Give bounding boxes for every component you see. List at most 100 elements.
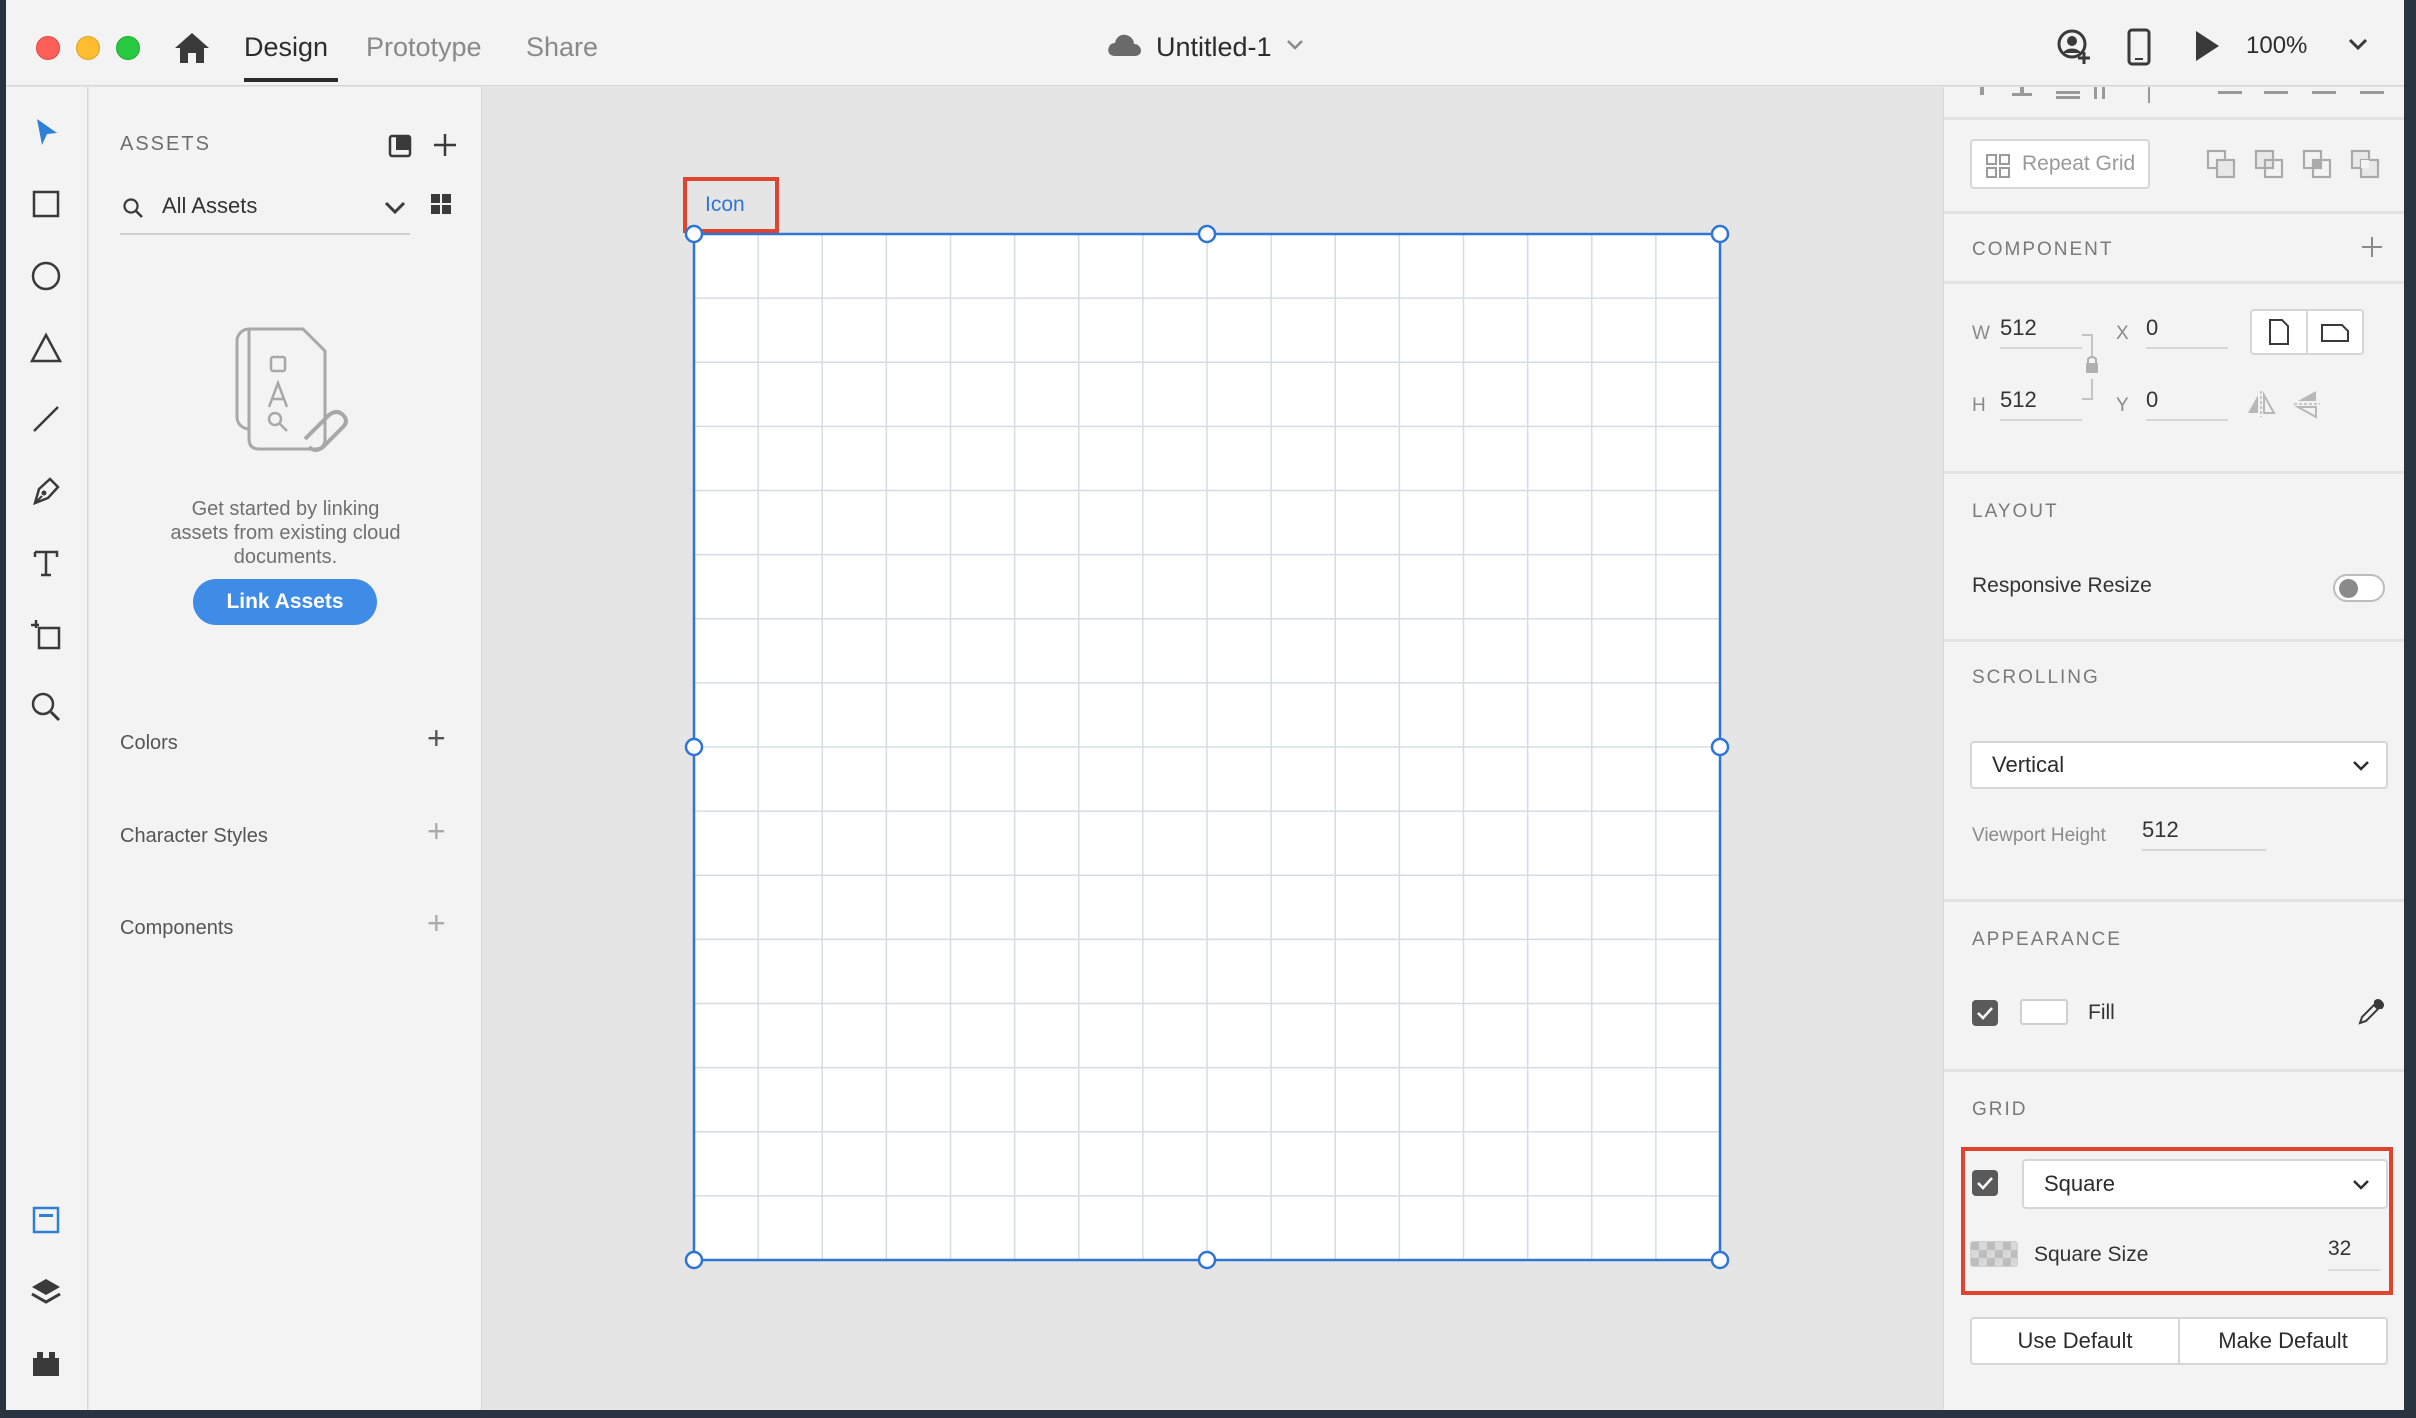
repeat-grid-label: Repeat Grid: [2022, 152, 2136, 175]
grid-section-title: GRID: [1972, 1099, 2028, 1120]
tab-share[interactable]: Share: [526, 30, 598, 64]
pen-icon[interactable]: [28, 473, 64, 509]
section-divider: [1944, 117, 2404, 120]
fill-color-swatch[interactable]: [2020, 999, 2068, 1025]
height-value: 512: [2000, 387, 2037, 412]
fill-label: Fill: [2088, 1001, 2115, 1024]
grid-color-swatch[interactable]: [1970, 1241, 2018, 1267]
triangle-icon[interactable]: [28, 330, 64, 366]
assets-section-colors[interactable]: Colors: [120, 732, 178, 755]
add-color-plus-icon[interactable]: +: [427, 722, 446, 754]
viewport-height-value: 512: [2142, 817, 2179, 842]
zoom-icon[interactable]: [28, 689, 64, 725]
align-tools-row[interactable]: [1972, 87, 2392, 103]
active-tab-indicator: [244, 78, 338, 82]
x-label: X: [2116, 323, 2129, 344]
artboard-name-text: Icon: [705, 193, 745, 216]
layout-section-title: LAYOUT: [1972, 501, 2059, 522]
artboard[interactable]: [682, 222, 1732, 1272]
height-field[interactable]: 512: [2000, 387, 2082, 421]
assets-section-character-styles[interactable]: Character Styles: [120, 825, 268, 848]
add-character-style-plus-icon[interactable]: +: [427, 815, 446, 847]
assets-section-components[interactable]: Components: [120, 917, 233, 940]
repeat-grid-button[interactable]: Repeat Grid: [1970, 139, 2150, 189]
y-label: Y: [2116, 395, 2129, 416]
add-asset-plus-icon[interactable]: [431, 131, 459, 164]
toggle-knob: [2339, 579, 2358, 598]
grid-view-icon[interactable]: [429, 192, 453, 221]
responsive-resize-label: Responsive Resize: [1972, 574, 2152, 597]
add-component-plus-icon[interactable]: +: [427, 907, 446, 939]
line-icon[interactable]: [28, 401, 64, 437]
select-icon[interactable]: [28, 115, 64, 151]
lock-aspect-icon[interactable]: [2080, 333, 2104, 408]
y-value: 0: [2146, 387, 2159, 412]
linked-assets-illustration-icon: [233, 323, 353, 464]
y-field[interactable]: 0: [2146, 387, 2228, 421]
home-icon[interactable]: [172, 30, 212, 66]
section-divider: [1944, 211, 2404, 214]
rectangle-icon[interactable]: [28, 186, 64, 222]
resize-handle[interactable]: [1710, 737, 1730, 757]
grid-checkbox[interactable]: [1972, 1170, 1998, 1196]
boolean-add-icon[interactable]: [2206, 149, 2236, 184]
design-canvas[interactable]: Icon: [483, 87, 1943, 1410]
copy-assets-icon[interactable]: [387, 133, 413, 164]
artboard-icon[interactable]: [28, 617, 64, 653]
chevron-down-icon: [2352, 752, 2370, 778]
grid-type-dropdown[interactable]: Square: [2022, 1159, 2388, 1209]
eyedropper-icon[interactable]: [2356, 997, 2386, 1032]
responsive-resize-toggle[interactable]: [2333, 574, 2385, 602]
add-component-plus-icon[interactable]: [2360, 235, 2384, 264]
square-size-label: Square Size: [2034, 1243, 2149, 1266]
viewport-height-label: Viewport Height: [1972, 825, 2106, 846]
resize-handle[interactable]: [684, 737, 704, 757]
invite-user-icon[interactable]: [2056, 28, 2094, 71]
text-icon[interactable]: [28, 545, 64, 581]
square-size-field[interactable]: 32: [2328, 1237, 2380, 1271]
flip-horizontal-icon[interactable]: [2246, 391, 2276, 422]
document-title-menu[interactable]: Untitled-1: [1106, 26, 1304, 68]
appearance-section-title: APPEARANCE: [1972, 929, 2122, 950]
resize-handle[interactable]: [684, 224, 704, 244]
close-window-button[interactable]: [36, 36, 60, 60]
tab-design[interactable]: Design: [244, 30, 328, 64]
width-field[interactable]: 512: [2000, 315, 2082, 349]
assets-panel-icon[interactable]: [28, 1202, 64, 1238]
scrolling-section-title: SCROLLING: [1972, 667, 2100, 688]
scrolling-dropdown[interactable]: Vertical: [1970, 741, 2388, 789]
landscape-orientation-icon[interactable]: [2306, 309, 2364, 355]
minimize-window-button[interactable]: [76, 36, 100, 60]
flip-vertical-icon[interactable]: [2294, 389, 2320, 424]
tab-prototype[interactable]: Prototype: [366, 30, 482, 64]
assets-title: ASSETS: [120, 133, 211, 155]
plugins-icon[interactable]: [28, 1346, 64, 1382]
link-assets-button[interactable]: Link Assets: [193, 579, 377, 625]
boolean-subtract-icon[interactable]: [2254, 149, 2284, 184]
make-default-button[interactable]: Make Default: [2178, 1317, 2388, 1365]
maximize-window-button[interactable]: [116, 36, 140, 60]
viewport-height-field[interactable]: 512: [2142, 817, 2266, 851]
square-size-value: 32: [2328, 1237, 2352, 1260]
xd-window: Design Prototype Share Untitled-1 100% A…: [6, 0, 2404, 1410]
tool-bar: [6, 87, 88, 1410]
portrait-orientation-icon[interactable]: [2250, 309, 2308, 355]
ellipse-icon[interactable]: [28, 258, 64, 294]
resize-handle[interactable]: [1710, 1250, 1730, 1270]
x-field[interactable]: 0: [2146, 315, 2228, 349]
boolean-intersect-icon[interactable]: [2302, 149, 2332, 184]
resize-handle[interactable]: [1197, 224, 1217, 244]
zoom-level[interactable]: 100%: [2246, 32, 2307, 60]
boolean-exclude-icon[interactable]: [2350, 149, 2380, 184]
zoom-chevron-down-icon[interactable]: [2348, 38, 2368, 57]
play-preview-icon[interactable]: [2192, 28, 2222, 69]
layers-icon[interactable]: [28, 1274, 64, 1310]
use-default-button[interactable]: Use Default: [1970, 1317, 2180, 1365]
assets-filter-dropdown[interactable]: All Assets: [120, 187, 410, 235]
resize-handle[interactable]: [684, 1250, 704, 1270]
fill-checkbox[interactable]: [1972, 1000, 1998, 1026]
property-inspector: Repeat Grid COMPONENT W 512 X 0 H 512 Y: [1943, 87, 2404, 1410]
resize-handle[interactable]: [1197, 1250, 1217, 1270]
resize-handle[interactable]: [1710, 224, 1730, 244]
device-preview-icon[interactable]: [2126, 28, 2152, 71]
